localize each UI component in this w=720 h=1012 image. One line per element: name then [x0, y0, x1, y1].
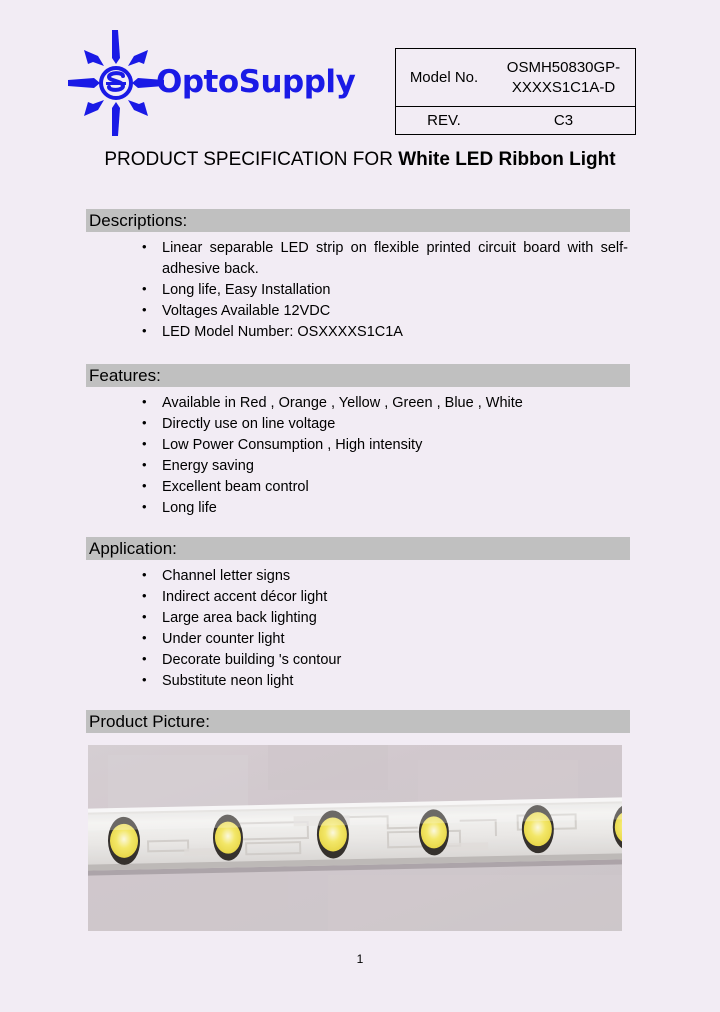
led-ribbon-strip-image — [88, 745, 622, 931]
section-descriptions: Descriptions: Linear separable LED strip… — [86, 209, 630, 343]
product-photo — [88, 745, 622, 931]
list-item: Channel letter signs — [140, 565, 630, 587]
list-item: Indirect accent décor light — [140, 586, 630, 608]
list-item: LED Model Number: OSXXXXS1C1A — [140, 321, 630, 343]
brand-name: OptoSupply — [156, 64, 356, 100]
descriptions-item-0-line1: Linear separable LED strip on flexible p… — [162, 240, 628, 256]
page-number: 1 — [356, 952, 364, 966]
document-header: OptoSupply Model No. OSMH50830GP- XXXXS1… — [0, 28, 720, 136]
section-heading-application: Application: — [86, 537, 630, 560]
list-item: Energy saving — [140, 455, 630, 477]
page-title: PRODUCT SPECIFICATION FOR White LED Ribb… — [0, 149, 720, 171]
starburst-s-icon — [68, 30, 164, 136]
features-list: Available in Red , Orange , Yellow , Gre… — [86, 392, 630, 519]
model-info-table: Model No. OSMH50830GP- XXXXS1C1A-D REV. … — [395, 48, 636, 135]
list-item: Under counter light — [140, 628, 630, 650]
section-application: Application: Channel letter signs Indire… — [86, 537, 630, 692]
list-item: Long life, Easy Installation — [140, 279, 630, 301]
list-item: Voltages Available 12VDC — [140, 300, 630, 322]
revision-row: REV. C3 — [396, 107, 635, 134]
list-item: Decorate building 's contour — [140, 649, 630, 671]
model-row: Model No. OSMH50830GP- XXXXS1C1A-D — [396, 49, 635, 107]
revision-value: C3 — [553, 112, 574, 129]
page-title-product: White LED Ribbon Light — [398, 149, 616, 170]
model-value-line1: OSMH50830GP- — [506, 59, 621, 77]
list-item: Excellent beam control — [140, 476, 630, 498]
list-item: Directly use on line voltage — [140, 413, 630, 435]
descriptions-list: Linear separable LED strip on flexible p… — [86, 237, 630, 343]
section-features: Features: Available in Red , Orange , Ye… — [86, 364, 630, 519]
section-heading-descriptions: Descriptions: — [86, 209, 630, 232]
list-item: Large area back lighting — [140, 607, 630, 629]
model-value-line2: XXXXS1C1A-D — [511, 78, 616, 96]
application-list: Channel letter signs Indirect accent déc… — [86, 565, 630, 692]
page-title-prefix: PRODUCT SPECIFICATION FOR — [104, 149, 399, 170]
list-item: Low Power Consumption , High intensity — [140, 434, 630, 456]
list-item: Available in Red , Orange , Yellow , Gre… — [140, 392, 630, 414]
model-label: Model No. — [409, 68, 479, 86]
revision-label: REV. — [427, 112, 461, 129]
model-value: OSMH50830GP- XXXXS1C1A-D — [492, 58, 635, 96]
section-product-picture: Product Picture: — [86, 710, 630, 733]
list-item: Linear separable LED strip on flexible p… — [140, 237, 630, 279]
section-heading-features: Features: — [86, 364, 630, 387]
brand-logo: OptoSupply — [68, 30, 378, 136]
list-item: Substitute neon light — [140, 670, 630, 692]
descriptions-item-0-line2: adhesive back. — [162, 260, 259, 277]
list-item: Long life — [140, 497, 630, 519]
section-heading-product-picture: Product Picture: — [86, 710, 630, 733]
